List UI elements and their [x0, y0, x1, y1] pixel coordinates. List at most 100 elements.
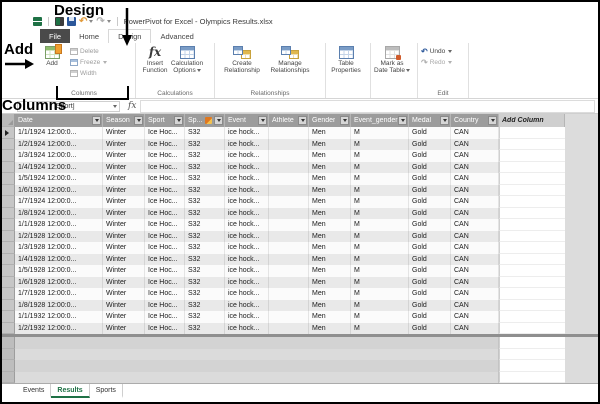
add-column-cell[interactable]	[499, 231, 565, 243]
row-header[interactable]	[2, 337, 15, 349]
tab-file[interactable]: File	[40, 29, 70, 43]
cell-season[interactable]: Winter	[103, 219, 145, 231]
cell-date[interactable]: 1/1/1932 12:00:0...	[15, 311, 103, 323]
cell-season[interactable]: Winter	[103, 162, 145, 174]
cell-sport[interactable]: Ice Hoc...	[145, 231, 185, 243]
cell-sp[interactable]: S32	[185, 300, 225, 312]
cell-sp[interactable]: S32	[185, 277, 225, 289]
tab-home[interactable]: Home	[70, 29, 108, 43]
cell-sp[interactable]: S32	[185, 311, 225, 323]
name-box-dropdown-icon[interactable]	[113, 105, 117, 108]
cell-gender[interactable]: Men	[309, 150, 351, 162]
cell-gender[interactable]: Men	[309, 208, 351, 220]
column-filter-dropdown-icon[interactable]	[398, 116, 407, 125]
cell-gender[interactable]: Men	[309, 139, 351, 151]
cell-date[interactable]: 1/8/1928 12:00:0...	[15, 300, 103, 312]
undo-dropdown-icon[interactable]	[448, 50, 452, 53]
add-column-cell[interactable]	[499, 173, 565, 185]
cell-season[interactable]: Winter	[103, 231, 145, 243]
cell-athlete[interactable]	[269, 208, 309, 220]
cell-country[interactable]: CAN	[451, 254, 499, 266]
cell-event[interactable]: ice hock...	[225, 288, 269, 300]
cell-sport[interactable]: Ice Hoc...	[145, 185, 185, 197]
cell-country[interactable]: CAN	[451, 265, 499, 277]
column-filter-dropdown-icon[interactable]	[134, 116, 143, 125]
freeze-dropdown-icon[interactable]	[103, 61, 107, 64]
row-header[interactable]	[2, 323, 15, 335]
undo-button[interactable]: ↶ Undo	[421, 47, 459, 56]
cell-season[interactable]: Winter	[103, 139, 145, 151]
cell-medal[interactable]: Gold	[409, 323, 451, 335]
cell-event[interactable]: ice hock...	[225, 219, 269, 231]
cell-season[interactable]: Winter	[103, 127, 145, 139]
cell-country[interactable]: CAN	[451, 288, 499, 300]
cell-date[interactable]: 1/5/1924 12:00:0...	[15, 173, 103, 185]
cell-date[interactable]: 1/2/1924 12:00:0...	[15, 139, 103, 151]
cell-country[interactable]: CAN	[451, 219, 499, 231]
cell-event[interactable]: ice hock...	[225, 139, 269, 151]
cell-event[interactable]: ice hock...	[225, 162, 269, 174]
cell-athlete[interactable]	[269, 277, 309, 289]
cell-sport[interactable]: Ice Hoc...	[145, 162, 185, 174]
cell-athlete[interactable]	[269, 288, 309, 300]
cell-medal[interactable]: Gold	[409, 300, 451, 312]
cell-sp[interactable]: S32	[185, 265, 225, 277]
cell-country[interactable]: CAN	[451, 150, 499, 162]
cell-season[interactable]: Winter	[103, 265, 145, 277]
cell-athlete[interactable]	[269, 127, 309, 139]
table-properties-button[interactable]: Table Properties	[329, 45, 363, 74]
column-filter-dropdown-icon[interactable]	[340, 116, 349, 125]
cell-athlete[interactable]	[269, 185, 309, 197]
row-header[interactable]	[2, 208, 15, 220]
redo-button[interactable]: ↷ Redo	[421, 58, 459, 67]
cell-event_gender[interactable]: M	[351, 254, 409, 266]
freeze-button[interactable]: Freeze	[70, 57, 108, 67]
cell-medal[interactable]: Gold	[409, 231, 451, 243]
column-header-athlete[interactable]: Athlete	[269, 114, 309, 127]
column-header-season[interactable]: Season	[103, 114, 145, 127]
cell-medal[interactable]: Gold	[409, 150, 451, 162]
empty-cells[interactable]	[15, 360, 499, 372]
formula-input[interactable]	[140, 100, 595, 113]
cell-event_gender[interactable]: M	[351, 127, 409, 139]
cell-date[interactable]: 1/1/1928 12:00:0...	[15, 219, 103, 231]
row-header[interactable]	[2, 288, 15, 300]
cell-sport[interactable]: Ice Hoc...	[145, 173, 185, 185]
cell-event[interactable]: ice hock...	[225, 311, 269, 323]
cell-gender[interactable]: Men	[309, 173, 351, 185]
add-column-cell[interactable]	[499, 337, 565, 349]
column-filter-dropdown-icon[interactable]	[214, 116, 223, 125]
manage-relationships-button[interactable]: Manage Relationships	[266, 45, 314, 74]
cell-date[interactable]: 1/3/1924 12:00:0...	[15, 150, 103, 162]
cell-sport[interactable]: Ice Hoc...	[145, 208, 185, 220]
cell-medal[interactable]: Gold	[409, 254, 451, 266]
row-header[interactable]	[2, 254, 15, 266]
add-column-button[interactable]: Add	[36, 45, 68, 67]
sheet-tab-events[interactable]: Events	[17, 384, 51, 398]
add-column-cell[interactable]	[499, 150, 565, 162]
row-header[interactable]	[2, 185, 15, 197]
row-header[interactable]	[2, 300, 15, 312]
cell-event[interactable]: ice hock...	[225, 196, 269, 208]
cell-medal[interactable]: Gold	[409, 127, 451, 139]
cell-country[interactable]: CAN	[451, 196, 499, 208]
cell-date[interactable]: 1/4/1928 12:00:0...	[15, 254, 103, 266]
cell-country[interactable]: CAN	[451, 139, 499, 151]
cell-country[interactable]: CAN	[451, 311, 499, 323]
cell-date[interactable]: 1/4/1924 12:00:0...	[15, 162, 103, 174]
cell-sport[interactable]: Ice Hoc...	[145, 139, 185, 151]
add-column-cell[interactable]	[499, 323, 565, 335]
cell-date[interactable]: 1/1/1924 12:00:0...	[15, 127, 103, 139]
cell-medal[interactable]: Gold	[409, 139, 451, 151]
cell-sport[interactable]: Ice Hoc...	[145, 288, 185, 300]
cell-event_gender[interactable]: M	[351, 162, 409, 174]
row-header[interactable]	[2, 139, 15, 151]
cell-event_gender[interactable]: M	[351, 139, 409, 151]
column-filter-dropdown-icon[interactable]	[174, 116, 183, 125]
cell-athlete[interactable]	[269, 219, 309, 231]
row-header[interactable]	[2, 162, 15, 174]
column-header-event_gender[interactable]: Event_gender	[351, 114, 409, 127]
cell-event_gender[interactable]: M	[351, 323, 409, 335]
cell-season[interactable]: Winter	[103, 185, 145, 197]
cell-medal[interactable]: Gold	[409, 162, 451, 174]
